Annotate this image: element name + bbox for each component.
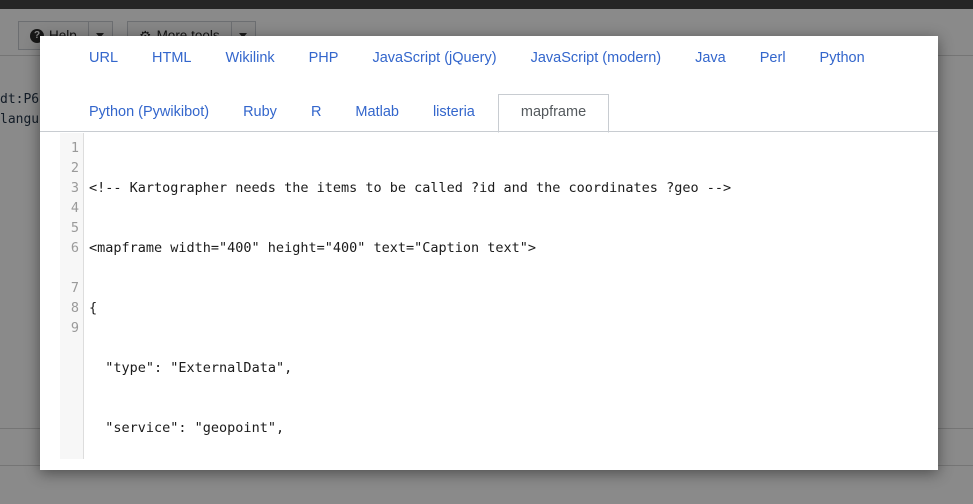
code-editor[interactable]: 1 2 3 4 5 6 7 8 9 <!-- Kartographer need… <box>60 133 918 459</box>
line-number: 9 <box>70 320 79 336</box>
tab-python[interactable]: Python <box>803 50 882 66</box>
tabs-area: URL HTML Wikilink PHP JavaScript (jQuery… <box>40 36 938 133</box>
tab-mapframe[interactable]: mapframe <box>497 94 610 133</box>
code-line: <!-- Kartographer needs the items to be … <box>89 180 732 196</box>
tab-url[interactable]: URL <box>72 50 135 66</box>
line-number: 6 <box>70 240 79 256</box>
line-number: 7 <box>70 280 79 296</box>
editor-line-number-gutter: 1 2 3 4 5 6 7 8 9 <box>60 133 84 459</box>
code-line: <mapframe width="400" height="400" text=… <box>89 240 537 256</box>
tab-perl[interactable]: Perl <box>743 50 803 66</box>
tab-wikilink[interactable]: Wikilink <box>209 50 292 66</box>
code-content[interactable]: <!-- Kartographer needs the items to be … <box>84 133 918 459</box>
code-line: { <box>89 300 98 316</box>
tab-javascript-jquery[interactable]: JavaScript (jQuery) <box>355 50 513 66</box>
line-number: 2 <box>70 160 79 176</box>
tab-html[interactable]: HTML <box>135 50 208 66</box>
tab-php[interactable]: PHP <box>292 50 356 66</box>
line-number: 1 <box>70 140 79 156</box>
line-number: 4 <box>70 200 79 216</box>
tab-matlab[interactable]: Matlab <box>338 104 416 132</box>
tab-listeria[interactable]: listeria <box>416 104 492 132</box>
tab-row-primary: URL HTML Wikilink PHP JavaScript (jQuery… <box>40 36 938 80</box>
code-line: "service": "geopoint", <box>89 420 285 436</box>
tab-python-pywikibot[interactable]: Python (Pywikibot) <box>72 104 226 132</box>
tab-row-secondary: Python (Pywikibot) Ruby R Matlab listeri… <box>40 80 938 133</box>
code-line: "type": "ExternalData", <box>89 360 293 376</box>
line-number: 5 <box>70 220 79 236</box>
tab-ruby[interactable]: Ruby <box>226 104 294 132</box>
tab-java[interactable]: Java <box>678 50 743 66</box>
tab-row-underline <box>40 131 938 132</box>
tab-javascript-modern[interactable]: JavaScript (modern) <box>514 50 679 66</box>
browser-top-bar <box>0 0 973 9</box>
code-export-dialog: URL HTML Wikilink PHP JavaScript (jQuery… <box>40 36 938 470</box>
line-number: 3 <box>70 180 79 196</box>
line-number: 8 <box>70 300 79 316</box>
tab-r[interactable]: R <box>294 104 338 132</box>
screen-root: ? Help ⚙ More tools dt:P6 langu <box>0 0 973 504</box>
